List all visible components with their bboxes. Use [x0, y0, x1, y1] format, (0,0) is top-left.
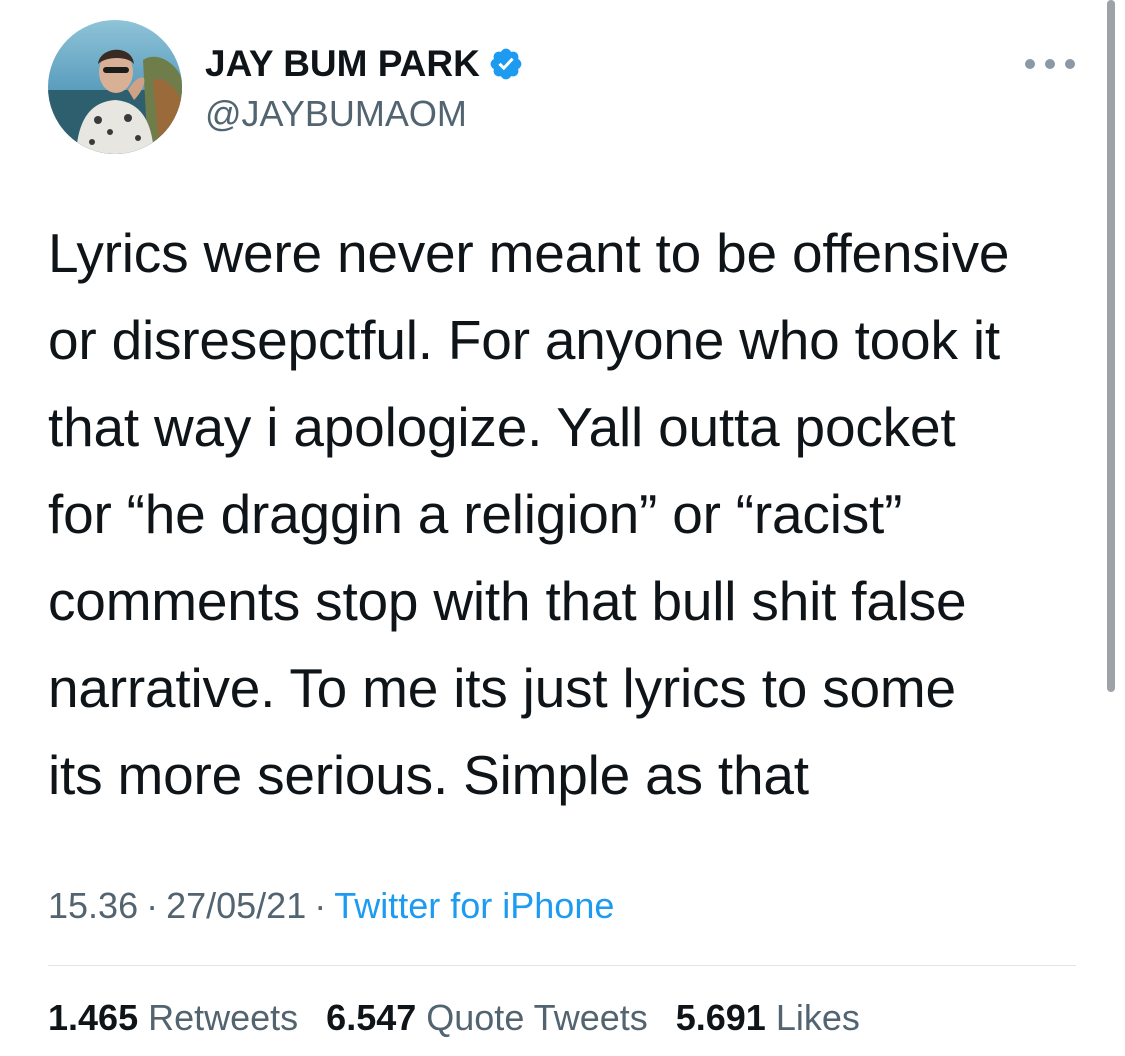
- name-row[interactable]: JAY BUM PARK: [205, 44, 524, 84]
- quote-tweets-stat[interactable]: 6.547 Quote Tweets: [326, 996, 648, 1040]
- divider: [48, 965, 1076, 966]
- display-name[interactable]: JAY BUM PARK: [205, 44, 480, 84]
- tweet-text: Lyrics were never meant to be offensive …: [48, 210, 1098, 819]
- likes-stat[interactable]: 5.691 Likes: [676, 996, 860, 1040]
- tweet-text-line: or disresepctful. For anyone who took it: [48, 309, 1000, 371]
- verified-badge-icon: [488, 46, 524, 82]
- meta-separator: ·: [146, 885, 159, 926]
- more-dot: [1045, 59, 1055, 69]
- tweet-text-line: comments stop with that bull shit false: [48, 570, 967, 632]
- tweet-time[interactable]: 15.36: [48, 885, 138, 926]
- tweet-detail: JAY BUM PARK @JAYBUMAOM Lyrics were neve…: [0, 0, 1125, 1056]
- likes-label: Likes: [775, 997, 860, 1038]
- quote-tweets-label: Quote Tweets: [426, 997, 648, 1038]
- user-handle[interactable]: @JAYBUMAOM: [205, 94, 524, 134]
- avatar[interactable]: [48, 20, 182, 154]
- tweet-text-line: Lyrics were never meant to be offensive: [48, 222, 1010, 284]
- tweet-source-link[interactable]: Twitter for iPhone: [334, 885, 614, 926]
- more-dot: [1065, 59, 1075, 69]
- tweet-text-line: its more serious. Simple as that: [48, 744, 809, 806]
- meta-separator: ·: [314, 885, 327, 926]
- engagement-stats: 1.465 Retweets 6.547 Quote Tweets 5.691 Lik…: [48, 996, 860, 1040]
- avatar-image: [48, 20, 182, 154]
- scrollbar-thumb[interactable]: [1107, 0, 1115, 692]
- more-options-icon[interactable]: [1025, 52, 1075, 76]
- tweet-date[interactable]: 27/05/21: [166, 885, 306, 926]
- tweet-text-line: that way i apologize. Yall outta pocket: [48, 396, 956, 458]
- likes-count: 5.691: [675, 997, 766, 1038]
- tweet-text-line: narrative. To me its just lyrics to some: [48, 657, 956, 719]
- retweets-label: Retweets: [148, 997, 299, 1038]
- tweet-text-line: for “he draggin a religion” or “racist”: [48, 483, 903, 545]
- more-dot: [1025, 59, 1035, 69]
- retweets-count: 1.465: [48, 997, 139, 1038]
- user-info: JAY BUM PARK @JAYBUMAOM: [205, 44, 524, 134]
- retweets-stat[interactable]: 1.465 Retweets: [48, 996, 298, 1040]
- quote-tweets-count: 6.547: [326, 997, 417, 1038]
- tweet-meta: 15.36 · 27/05/21 · Twitter for iPhone: [48, 884, 614, 928]
